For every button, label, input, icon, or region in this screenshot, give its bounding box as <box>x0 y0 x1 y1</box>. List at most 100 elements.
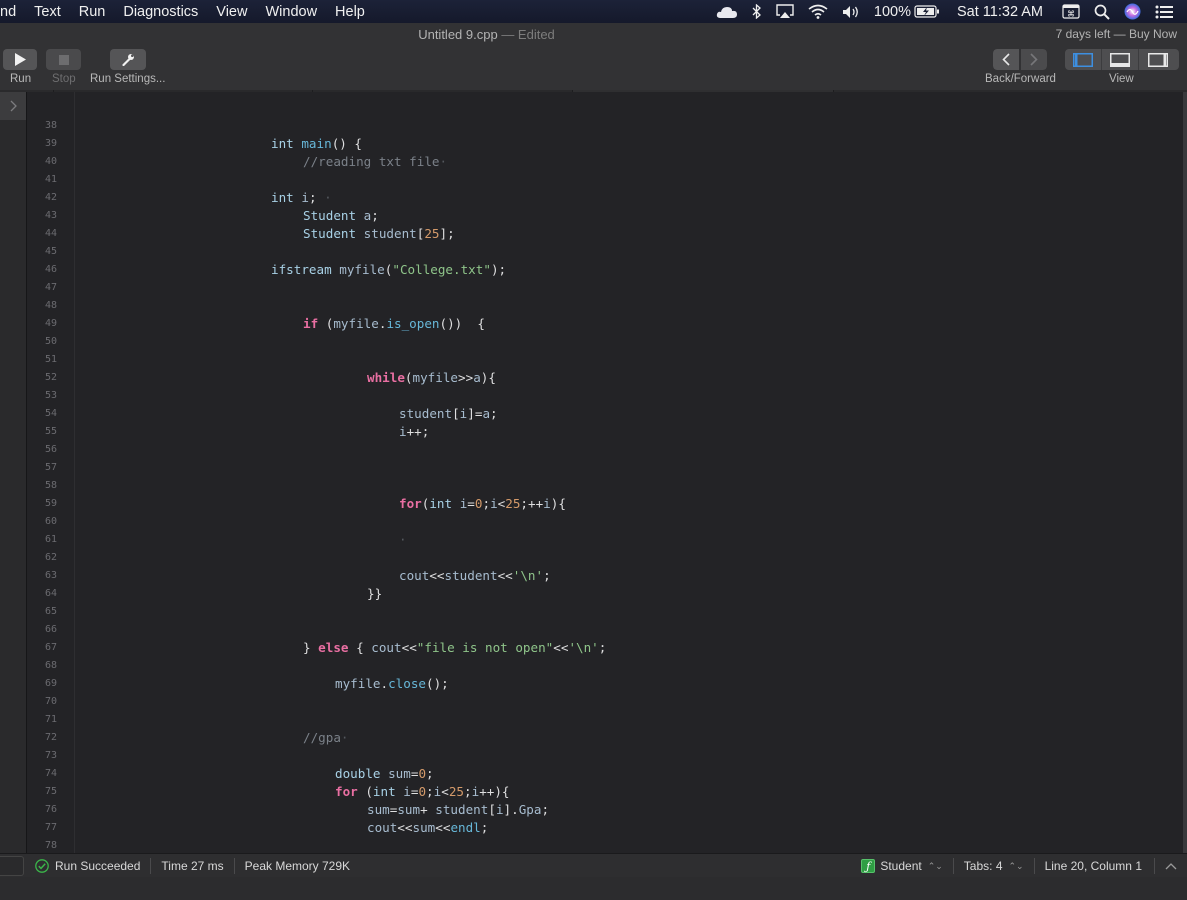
svg-text:⌘: ⌘ <box>1067 10 1075 19</box>
code-token: << <box>429 568 445 583</box>
code-token: ){ <box>480 370 496 385</box>
trial-buy-now-link[interactable]: 7 days left — Buy Now <box>1056 27 1177 41</box>
code-token: ()) { <box>439 316 486 331</box>
back-button[interactable] <box>993 49 1019 70</box>
line-number: 77 <box>44 822 57 833</box>
code-line[interactable]: cout<<student<<'\n'; <box>399 567 551 585</box>
code-line[interactable]: int i; · <box>271 189 332 207</box>
line-number: 49 <box>44 318 57 329</box>
bluetooth-icon[interactable] <box>752 4 762 19</box>
code-line[interactable]: student[i]=a; <box>399 405 498 423</box>
code-token: ; <box>490 406 498 421</box>
code-token: '\n' <box>512 568 544 583</box>
menu-item-edit-truncated[interactable]: nd <box>0 4 25 20</box>
wifi-icon[interactable] <box>808 4 828 19</box>
code-token: myfile <box>333 316 379 331</box>
chevron-left-icon <box>1002 53 1010 66</box>
menu-item-diagnostics[interactable]: Diagnostics <box>114 4 207 20</box>
stop-button[interactable] <box>46 49 81 70</box>
clock[interactable]: Sat 11:32 AM <box>957 4 1043 20</box>
run-settings-button[interactable] <box>110 49 146 70</box>
code-token: () { <box>331 136 363 151</box>
code-line[interactable]: for(int i=0;i<25;++i){ <box>399 495 566 513</box>
line-number: 73 <box>44 750 57 761</box>
view-toggle-inspector-button[interactable] <box>1139 49 1176 70</box>
code-line[interactable]: i++; <box>399 423 429 441</box>
keyboard-viewer-icon[interactable]: ⌘ <box>1062 4 1080 19</box>
symbol-navigator[interactable]: ƒ Student ⌃⌄ <box>861 859 943 873</box>
code-line[interactable]: int main() { <box>271 135 362 153</box>
line-number: 59 <box>44 498 57 509</box>
line-number: 70 <box>44 696 57 707</box>
code-line[interactable]: while(myfile>>a){ <box>367 369 496 387</box>
titlebar: Untitled 9.cpp — Edited 7 days left — Bu… <box>0 23 1187 90</box>
code-line[interactable]: Student a; <box>303 207 379 225</box>
code-token: cout <box>399 568 430 583</box>
line-number: 41 <box>44 174 57 185</box>
code-line[interactable]: · <box>399 531 407 549</box>
view-toggle-sidebar-button[interactable] <box>1065 49 1102 70</box>
code-token: ; <box>543 568 551 583</box>
sidebar-right-icon <box>1147 52 1168 67</box>
line-number: 62 <box>44 552 57 563</box>
cursor-position[interactable]: Line 20, Column 1 <box>1045 859 1142 873</box>
editor-scrollbar[interactable] <box>1183 92 1187 853</box>
volume-icon[interactable] <box>842 5 860 19</box>
code-token: Student <box>303 208 357 223</box>
code-line[interactable]: for (int i=0;i<25;i++){ <box>335 783 510 801</box>
line-number: 69 <box>44 678 57 689</box>
code-line[interactable]: //reading txt file· <box>303 153 447 171</box>
divider <box>952 858 954 874</box>
code-line[interactable]: if (myfile.is_open()) { <box>303 315 485 333</box>
notification-center-icon[interactable] <box>1155 5 1173 19</box>
code-token: [ <box>488 802 496 817</box>
code-token: myfile <box>412 370 459 385</box>
line-number: 76 <box>44 804 57 815</box>
code-token: ]. <box>503 802 519 817</box>
divider <box>1154 858 1155 874</box>
console-toggle-button[interactable] <box>0 855 24 876</box>
menu-item-window[interactable]: Window <box>256 4 326 20</box>
code-line[interactable]: }} <box>367 585 382 603</box>
code-line[interactable]: } else { cout<<"file is not open"<<'\n'; <box>303 639 606 657</box>
menu-item-help[interactable]: Help <box>326 4 374 20</box>
spotlight-search-icon[interactable] <box>1094 4 1110 20</box>
code-line[interactable]: Student student[25]; <box>303 225 455 243</box>
run-status: Run Succeeded <box>35 859 140 873</box>
forward-button[interactable] <box>1021 49 1047 70</box>
expand-panel-button[interactable] <box>1165 862 1177 870</box>
menu-item-run[interactable]: Run <box>70 4 115 20</box>
line-number: 44 <box>44 228 57 239</box>
code-line[interactable]: ifstream myfile("College.txt"); <box>271 261 506 279</box>
code-token: int <box>271 190 294 205</box>
cloud-icon[interactable] <box>716 5 738 19</box>
code-line[interactable]: sum=sum+ student[i].Gpa; <box>367 801 549 819</box>
code-token: student <box>444 568 498 583</box>
back-forward-label: Back/Forward <box>985 73 1056 85</box>
view-toggle-bottom-panel-button[interactable] <box>1102 49 1139 70</box>
line-number: 42 <box>44 192 57 203</box>
menu-item-view[interactable]: View <box>207 4 256 20</box>
siri-icon[interactable] <box>1124 3 1141 20</box>
tab-width-selector[interactable]: Tabs: 4 ⌃⌄ <box>964 859 1024 873</box>
battery-status[interactable]: 100% <box>874 4 940 20</box>
back-forward-control <box>993 49 1047 70</box>
code-line[interactable]: //gpa· <box>303 729 349 747</box>
code-line[interactable]: double sum=0; <box>335 765 434 783</box>
line-number: 74 <box>44 768 57 779</box>
code-line[interactable]: myfile.close(); <box>335 675 449 693</box>
code-token: double <box>335 766 381 781</box>
line-number: 48 <box>44 300 57 311</box>
code-line[interactable]: cout<<sum<<endl; <box>367 819 488 837</box>
run-status-text: Run Succeeded <box>55 858 141 873</box>
airplay-icon[interactable] <box>776 4 794 19</box>
menu-item-text[interactable]: Text <box>25 4 70 20</box>
code-token: · <box>316 190 332 205</box>
code-token: main <box>301 136 332 151</box>
code-token: << <box>397 820 413 835</box>
sidebar-expand-button[interactable] <box>0 92 26 120</box>
code-editor[interactable]: int main() {//reading txt file· int i; · S… <box>75 92 1183 853</box>
peak-memory: Peak Memory 729K <box>244 858 351 873</box>
run-button[interactable] <box>3 49 37 70</box>
